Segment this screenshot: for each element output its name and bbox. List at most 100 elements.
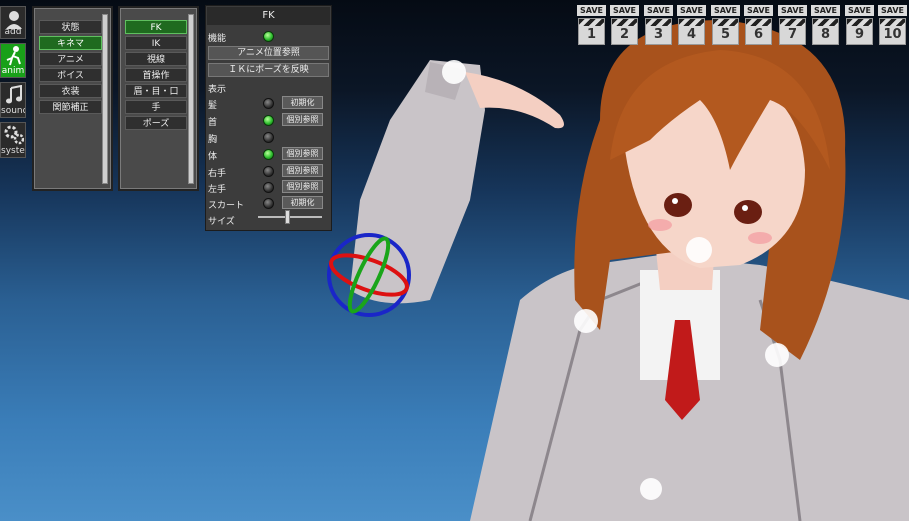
side-anim-button[interactable]: anim bbox=[0, 43, 26, 78]
part-label-body: 体 bbox=[208, 152, 218, 162]
clapperboard-icon: 4 bbox=[678, 18, 705, 45]
joint-handle bbox=[442, 60, 466, 84]
category-scrollbar[interactable] bbox=[102, 14, 108, 184]
side-anim-label: anim bbox=[1, 66, 25, 76]
side-system-button[interactable]: system bbox=[0, 122, 26, 158]
part-toggle-hair[interactable] bbox=[263, 98, 274, 109]
side-add-button[interactable]: add bbox=[0, 6, 26, 39]
fk-panel-title: FK bbox=[207, 7, 330, 25]
save-slot-number: 8 bbox=[820, 27, 831, 42]
category-anime[interactable]: アニメ bbox=[39, 52, 102, 66]
save-slot-10[interactable]: SAVE 10 bbox=[878, 5, 907, 47]
clapperboard-icon: 2 bbox=[611, 18, 638, 45]
joint-handle bbox=[574, 309, 598, 333]
kinema-gaze[interactable]: 視線 bbox=[125, 52, 187, 66]
clapperboard-icon: 5 bbox=[712, 18, 739, 45]
fk-function-toggle[interactable] bbox=[263, 31, 274, 42]
save-slot-8[interactable]: SAVE 8 bbox=[811, 5, 840, 47]
size-slider[interactable] bbox=[258, 210, 322, 224]
part-toggle-neck[interactable] bbox=[263, 115, 274, 126]
save-slot-number: 4 bbox=[686, 27, 697, 42]
anim-position-ref-button[interactable]: アニメ位置参照 bbox=[208, 46, 329, 60]
save-slot-label: SAVE bbox=[744, 5, 773, 16]
part-button-right-hand[interactable]: 個別参照 bbox=[282, 164, 323, 177]
part-toggle-chest[interactable] bbox=[263, 132, 274, 143]
save-slot-3[interactable]: SAVE 3 bbox=[644, 5, 673, 47]
gears-icon bbox=[4, 125, 24, 145]
save-slot-number: 2 bbox=[619, 27, 630, 42]
joint-handle bbox=[686, 237, 712, 263]
size-slider-knob[interactable] bbox=[284, 210, 290, 224]
part-button-skirt[interactable]: 初期化 bbox=[282, 196, 323, 209]
kinema-face[interactable]: 眉・目・口 bbox=[125, 84, 187, 98]
save-slot-number: 3 bbox=[653, 27, 664, 42]
character-raised-arm bbox=[350, 60, 485, 304]
category-costume[interactable]: 衣装 bbox=[39, 84, 102, 98]
clapperboard-icon: 1 bbox=[578, 18, 605, 45]
part-toggle-right-hand[interactable] bbox=[263, 166, 274, 177]
save-slot-2[interactable]: SAVE 2 bbox=[610, 5, 639, 47]
category-joint-correction[interactable]: 関節補正 bbox=[39, 100, 102, 114]
joint-handle bbox=[640, 478, 662, 500]
save-slot-label: SAVE bbox=[878, 5, 907, 16]
part-label-hair: 髪 bbox=[208, 101, 218, 111]
part-button-hair[interactable]: 初期化 bbox=[282, 96, 323, 109]
part-label-right-hand: 右手 bbox=[208, 169, 227, 179]
save-slot-7[interactable]: SAVE 7 bbox=[778, 5, 807, 47]
save-slot-label: SAVE bbox=[811, 5, 840, 16]
fk-function-label: 機能 bbox=[208, 34, 227, 44]
kinema-fk[interactable]: FK bbox=[125, 20, 187, 34]
part-button-body[interactable]: 個別参照 bbox=[282, 147, 323, 160]
clapperboard-icon: 3 bbox=[645, 18, 672, 45]
clapperboard-icon: 10 bbox=[879, 18, 906, 45]
part-toggle-left-hand[interactable] bbox=[263, 182, 274, 193]
save-slot-label: SAVE bbox=[610, 5, 639, 16]
kinema-scrollbar[interactable] bbox=[188, 14, 194, 184]
kinema-neck[interactable]: 首操作 bbox=[125, 68, 187, 82]
save-slot-6[interactable]: SAVE 6 bbox=[744, 5, 773, 47]
category-state[interactable]: 状態 bbox=[39, 20, 102, 34]
part-label-neck: 首 bbox=[208, 118, 218, 128]
display-label: 表示 bbox=[208, 85, 227, 95]
save-slot-9[interactable]: SAVE 9 bbox=[845, 5, 874, 47]
save-slot-label: SAVE bbox=[644, 5, 673, 16]
category-voice[interactable]: ボイス bbox=[39, 68, 102, 82]
kinema-menu-panel: FK IK 視線 首操作 眉・目・口 手 ポーズ bbox=[118, 6, 199, 191]
clapperboard-icon: 7 bbox=[779, 18, 806, 45]
person-add-icon bbox=[6, 11, 22, 29]
save-slot-number: 9 bbox=[854, 27, 865, 42]
fk-panel: FK 機能 アニメ位置参照 ＩＫにポーズを反映 表示 髪 初期化 首 個別参照 … bbox=[205, 5, 332, 231]
part-button-left-hand[interactable]: 個別参照 bbox=[282, 180, 323, 193]
joint-handle bbox=[765, 343, 789, 367]
part-toggle-body[interactable] bbox=[263, 149, 274, 160]
save-slot-label: SAVE bbox=[711, 5, 740, 16]
running-figure-icon bbox=[6, 46, 21, 66]
save-slot-1[interactable]: SAVE 1 bbox=[577, 5, 606, 47]
category-menu-panel: 状態 キネマ アニメ ボイス 衣装 関節補正 bbox=[32, 6, 113, 191]
kinema-ik[interactable]: IK bbox=[125, 36, 187, 50]
category-kinema[interactable]: キネマ bbox=[39, 36, 102, 50]
part-toggle-skirt[interactable] bbox=[263, 198, 274, 209]
side-sound-button[interactable]: sound bbox=[0, 82, 26, 118]
save-slot-number: 5 bbox=[720, 27, 731, 42]
character-left-eye bbox=[664, 193, 692, 217]
character-right-eye bbox=[734, 200, 762, 224]
save-slot-5[interactable]: SAVE 5 bbox=[711, 5, 740, 47]
kinema-hand[interactable]: 手 bbox=[125, 100, 187, 114]
side-system-label: system bbox=[1, 146, 25, 156]
save-slot-label: SAVE bbox=[845, 5, 874, 16]
clapperboard-icon: 9 bbox=[846, 18, 873, 45]
save-slot-label: SAVE bbox=[778, 5, 807, 16]
save-slot-4[interactable]: SAVE 4 bbox=[677, 5, 706, 47]
part-button-neck[interactable]: 個別参照 bbox=[282, 113, 323, 126]
save-slot-number: 10 bbox=[883, 27, 902, 42]
part-label-left-hand: 左手 bbox=[208, 185, 227, 195]
apply-pose-to-ik-button[interactable]: ＩＫにポーズを反映 bbox=[208, 63, 329, 77]
side-add-label: add bbox=[4, 27, 22, 37]
side-sound-label: sound bbox=[1, 106, 26, 116]
save-slot-number: 6 bbox=[753, 27, 764, 42]
clapperboard-icon: 8 bbox=[812, 18, 839, 45]
kinema-pose[interactable]: ポーズ bbox=[125, 116, 187, 130]
save-slot-number: 7 bbox=[787, 27, 798, 42]
save-slot-number: 1 bbox=[586, 27, 597, 42]
